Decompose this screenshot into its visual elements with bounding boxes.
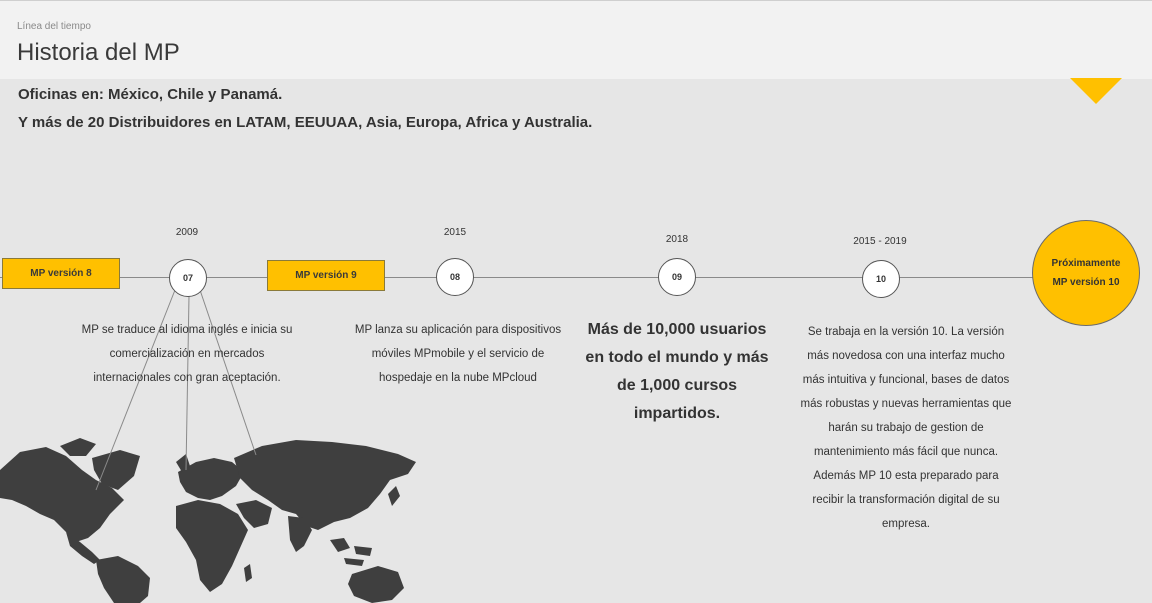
description-10: Se trabaja en la versión 10. La versión … <box>800 326 1012 530</box>
timeline-node-08: 08 <box>436 258 474 296</box>
future-version-circle: Próximamente MP versión 10 <box>1032 220 1140 326</box>
future-version-label: MP versión 10 <box>1052 277 1120 288</box>
timeline-node-07: 07 <box>169 259 207 297</box>
year-label-07: 2009 <box>175 227 199 238</box>
version-8-box: MP versión 8 <box>2 258 120 289</box>
year-label-10: 2015 - 2019 <box>853 236 907 247</box>
description-09: Más de 10,000 usuarios en todo el mundo … <box>585 321 769 422</box>
timeline-node-09: 09 <box>658 258 696 296</box>
description-07: MP se traduce al idioma inglés e inicia … <box>81 324 293 384</box>
description-08: MP lanza su aplicación para dispositivos… <box>354 324 562 384</box>
year-label-08: 2015 <box>443 227 467 238</box>
future-label: Próximamente <box>1051 258 1121 269</box>
year-label-09: 2018 <box>665 234 689 245</box>
version-9-box: MP versión 9 <box>267 260 385 291</box>
timeline-node-10: 10 <box>862 260 900 298</box>
